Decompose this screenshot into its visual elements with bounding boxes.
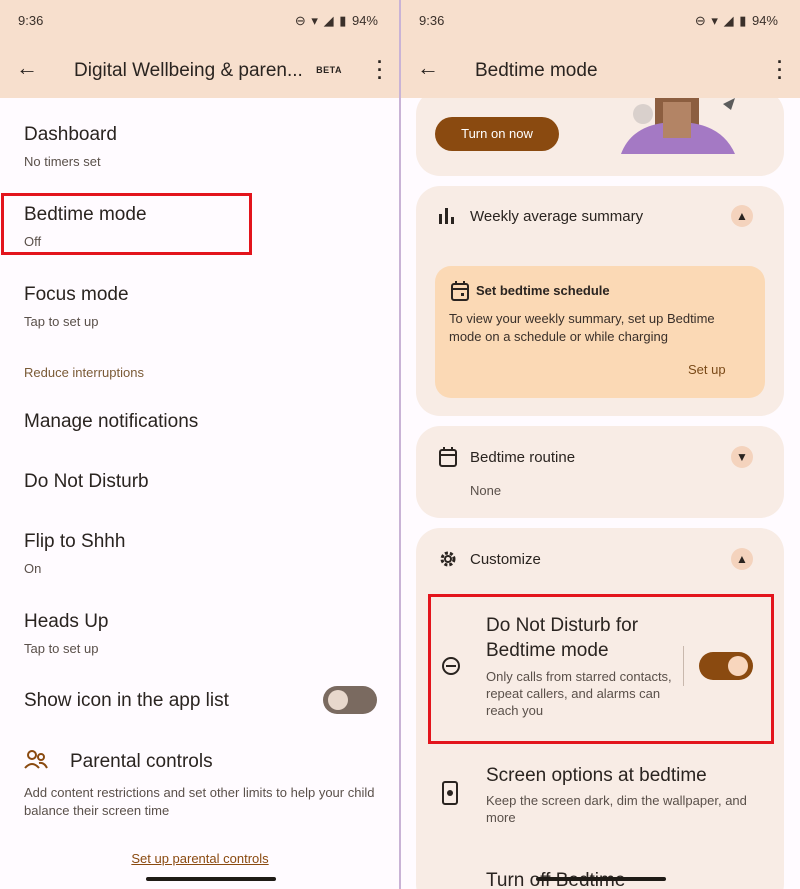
schedule-title: Set bedtime schedule bbox=[476, 283, 610, 298]
parental-controls-title: Parental controls bbox=[70, 751, 213, 772]
flip-to-shhh-item[interactable]: Flip to Shhh On bbox=[24, 531, 125, 576]
battery-percent: 94% bbox=[351, 13, 378, 28]
right-screen: 9:36 ⊖ ▾ ◢ ▮ 94% Turn on now ← Bedtime m… bbox=[401, 0, 800, 889]
status-time: 9:36 bbox=[419, 13, 445, 28]
battery-percent: 94% bbox=[751, 13, 778, 28]
illustration-icon bbox=[621, 98, 735, 154]
dnd-bedtime-toggle[interactable] bbox=[699, 652, 753, 680]
signal-icon: ◢ bbox=[723, 13, 734, 28]
calendar-icon bbox=[451, 281, 469, 301]
page-title: Bedtime mode bbox=[475, 60, 598, 81]
setup-link[interactable]: Set up bbox=[688, 362, 726, 377]
page-title: Digital Wellbeing & paren... bbox=[74, 60, 303, 81]
focus-mode-title: Focus mode bbox=[24, 284, 129, 305]
highlight-box bbox=[1, 193, 252, 255]
toggle-knob bbox=[728, 656, 748, 676]
manage-notifications-title: Manage notifications bbox=[24, 411, 199, 432]
gear-icon bbox=[440, 551, 456, 567]
focus-mode-subtitle: Tap to set up bbox=[24, 314, 99, 329]
show-icon-toggle[interactable] bbox=[323, 686, 377, 714]
heads-up-item[interactable]: Heads Up Tap to set up bbox=[24, 611, 109, 656]
focus-mode-item[interactable]: Focus mode Tap to set up bbox=[24, 284, 129, 329]
weekly-summary-title: Weekly average summary bbox=[470, 208, 644, 225]
chevron-up-icon[interactable]: ▲ bbox=[731, 548, 753, 570]
show-icon-item[interactable]: Show icon in the app list bbox=[24, 690, 229, 712]
app-bar: ← Digital Wellbeing & paren... BETA · · · bbox=[0, 42, 400, 98]
chevron-up-icon[interactable]: ▲ bbox=[731, 205, 753, 227]
setup-parental-controls-link[interactable]: Set up parental controls bbox=[0, 851, 400, 866]
screen-options-description: Keep the screen dark, dim the wallpaper,… bbox=[486, 793, 747, 825]
heads-up-subtitle: Tap to set up bbox=[24, 641, 99, 656]
chevron-down-icon[interactable]: ▼ bbox=[731, 446, 753, 468]
wifi-icon: ▾ bbox=[711, 13, 718, 28]
dashboard-title: Dashboard bbox=[24, 124, 117, 145]
calendar-icon bbox=[439, 447, 457, 467]
left-screen: 9:36 ⊖ ▾ ◢ ▮ 94% ← Digital Wellbeing & p… bbox=[0, 0, 400, 889]
heads-up-title: Heads Up bbox=[24, 611, 109, 632]
parental-controls-description: Add content restrictions and set other l… bbox=[24, 785, 375, 818]
gesture-handle bbox=[536, 877, 666, 881]
dashboard-subtitle: No timers set bbox=[24, 154, 101, 169]
dnd-icon: ⊖ bbox=[694, 13, 706, 28]
screen-options-title[interactable]: Screen options at bedtime bbox=[486, 765, 707, 787]
flip-to-shhh-subtitle: On bbox=[24, 561, 42, 576]
dnd-icon bbox=[442, 657, 460, 675]
signal-icon: ◢ bbox=[323, 13, 334, 28]
schedule-text: To view your weekly summary, set up Bedt… bbox=[449, 311, 715, 344]
bar-chart-icon bbox=[439, 208, 454, 224]
dnd-icon: ⊖ bbox=[294, 13, 306, 28]
wifi-icon: ▾ bbox=[311, 13, 318, 28]
back-arrow-icon[interactable]: ← bbox=[417, 55, 439, 81]
system-icons: ⊖ ▾ ◢ ▮ 94% bbox=[693, 13, 778, 29]
turn-on-now-button[interactable]: Turn on now bbox=[435, 117, 559, 151]
more-options-icon[interactable]: · · · bbox=[777, 53, 783, 87]
battery-icon: ▮ bbox=[739, 13, 747, 28]
toggle-knob bbox=[328, 690, 348, 710]
flip-to-shhh-title: Flip to Shhh bbox=[24, 531, 126, 552]
parental-controls-icon bbox=[24, 750, 48, 769]
do-not-disturb-item[interactable]: Do Not Disturb bbox=[24, 471, 149, 493]
back-arrow-icon[interactable]: ← bbox=[16, 55, 38, 81]
dnd-bedtime-description: Only calls from starred contacts, repeat… bbox=[486, 669, 672, 718]
more-options-icon[interactable]: · · · bbox=[377, 53, 383, 87]
status-bar: 9:36 ⊖ ▾ ◢ ▮ 94% bbox=[401, 0, 800, 42]
show-icon-label: Show icon in the app list bbox=[24, 690, 229, 711]
beta-badge: BETA bbox=[316, 65, 342, 75]
dashboard-item[interactable]: Dashboard No timers set bbox=[24, 124, 117, 169]
dnd-bedtime-title: Do Not Disturb for Bedtime mode bbox=[486, 615, 639, 661]
section-header: Reduce interruptions bbox=[24, 365, 144, 380]
bedtime-routine-title: Bedtime routine bbox=[470, 449, 576, 466]
bedtime-routine-card[interactable] bbox=[416, 426, 784, 518]
gesture-handle bbox=[146, 877, 276, 881]
app-bar: ← Bedtime mode · · · bbox=[401, 42, 800, 98]
status-bar: 9:36 ⊖ ▾ ◢ ▮ 94% bbox=[0, 0, 400, 42]
battery-icon: ▮ bbox=[339, 13, 347, 28]
customize-title: Customize bbox=[470, 551, 541, 568]
system-icons: ⊖ ▾ ◢ ▮ 94% bbox=[293, 13, 378, 29]
phone-icon bbox=[442, 781, 458, 805]
do-not-disturb-title: Do Not Disturb bbox=[24, 471, 149, 492]
toggle-divider bbox=[683, 646, 684, 686]
manage-notifications-item[interactable]: Manage notifications bbox=[24, 411, 198, 433]
status-time: 9:36 bbox=[18, 13, 44, 28]
bedtime-routine-value: None bbox=[470, 483, 502, 498]
